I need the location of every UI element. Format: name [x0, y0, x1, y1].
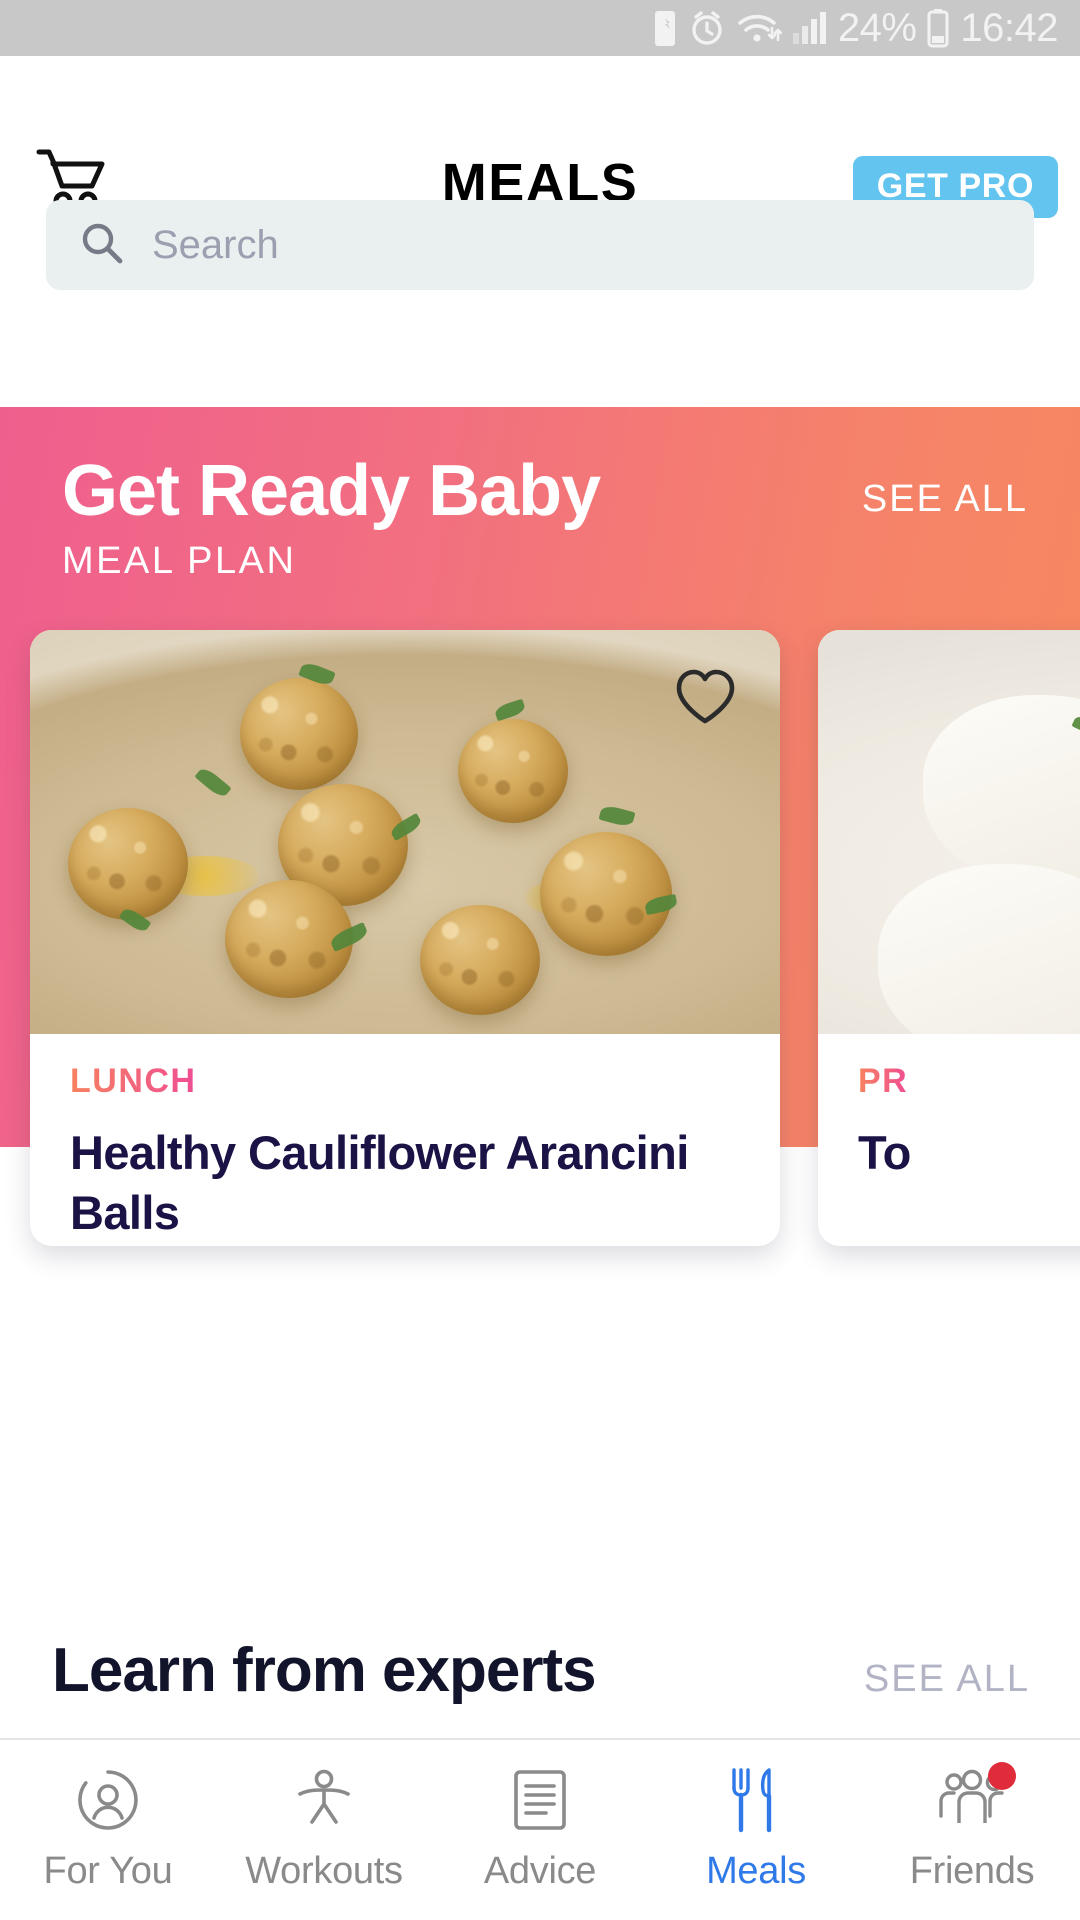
- tab-label: Workouts: [245, 1850, 403, 1892]
- banner-see-all-link[interactable]: SEE ALL: [862, 478, 1028, 521]
- signal-icon: [792, 11, 828, 45]
- alarm-icon: [688, 9, 726, 47]
- learn-see-all-link[interactable]: SEE ALL: [864, 1658, 1030, 1701]
- tab-label: Meals: [706, 1850, 806, 1892]
- learn-section-title: Learn from experts: [52, 1636, 597, 1705]
- banner-title: Get Ready Baby: [62, 451, 601, 531]
- battery-icon: [926, 8, 950, 48]
- heart-icon[interactable]: [674, 668, 736, 726]
- meal-tag: LUNCH: [70, 1062, 197, 1100]
- meal-title: To: [858, 1126, 911, 1179]
- clock-label: 16:42: [960, 6, 1058, 50]
- tab-label: Friends: [909, 1850, 1035, 1892]
- document-lines-icon: [511, 1766, 569, 1834]
- search-icon: [78, 219, 126, 272]
- tab-meals[interactable]: Meals: [648, 1740, 864, 1893]
- food-photo-hummus-arancini: [30, 630, 780, 1034]
- battery-saver-icon: [652, 8, 678, 48]
- meal-card[interactable]: LUNCH Healthy Cauliflower Arancini Balls: [30, 630, 780, 1246]
- bottom-navigation: For You Workouts Advice Meals Friends: [0, 1738, 1080, 1920]
- tab-friends[interactable]: Friends: [864, 1740, 1080, 1893]
- battery-percent-label: 24%: [837, 6, 917, 50]
- meal-card[interactable]: PR To: [818, 630, 1080, 1246]
- exercise-figure-icon: [292, 1766, 356, 1834]
- meal-cards-carousel[interactable]: LUNCH Healthy Cauliflower Arancini Balls…: [0, 630, 1080, 1250]
- learn-section: [0, 1320, 1080, 1620]
- status-bar: 24% 16:42: [0, 0, 1080, 56]
- tab-for-you[interactable]: For You: [0, 1740, 216, 1893]
- tab-label: For You: [43, 1850, 173, 1892]
- search-placeholder: Search: [152, 222, 279, 267]
- meal-card-body: PR To: [818, 1034, 1080, 1183]
- meal-image: [30, 630, 780, 1034]
- tab-advice[interactable]: Advice: [432, 1740, 648, 1893]
- search-input[interactable]: Search: [46, 200, 1034, 290]
- group-people-icon: [934, 1762, 1016, 1834]
- banner-subtitle: MEAL PLAN: [62, 540, 297, 582]
- meal-image: [818, 630, 1080, 1034]
- notification-badge: [988, 1762, 1016, 1790]
- meal-tag: PR: [858, 1062, 909, 1100]
- tab-workouts[interactable]: Workouts: [216, 1740, 432, 1893]
- tab-label: Advice: [483, 1850, 597, 1892]
- food-photo-berry-toast: [818, 630, 1080, 1034]
- wifi-icon: [736, 10, 782, 46]
- app-screen: 24% 16:42 MEALS GET PRO Search Get Ready…: [0, 0, 1080, 1920]
- fork-knife-icon: [729, 1766, 783, 1834]
- app-header: MEALS GET PRO: [0, 56, 1080, 218]
- meal-title: Healthy Cauliflower Arancini Balls: [70, 1126, 689, 1240]
- person-circle-icon: [76, 1766, 140, 1834]
- meal-card-body: LUNCH Healthy Cauliflower Arancini Balls: [30, 1034, 780, 1243]
